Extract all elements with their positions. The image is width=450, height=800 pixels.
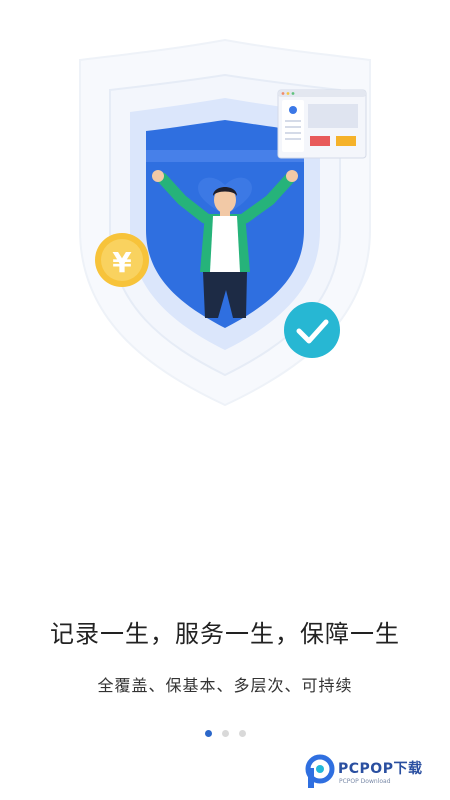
page-headline: 记录一生，服务一生，保障一生 — [50, 620, 400, 648]
pager-dot-1[interactable] — [204, 730, 212, 737]
page-subline: 全覆盖、保基本、多层次、可持续 — [97, 676, 353, 695]
watermark: PCPOP下载 PCPOP Download — [304, 750, 450, 792]
check-icon — [284, 302, 340, 358]
profile-card-graphic — [277, 89, 367, 159]
watermark-subtext: PCPOP Download — [339, 778, 391, 785]
hero-illustration: ¥ — [0, 0, 450, 420]
watermark-brand: PCPOP下载 — [338, 761, 423, 777]
coin-icon: ¥ — [95, 233, 149, 287]
pager-dot-2[interactable] — [221, 730, 229, 737]
pager-dot-3[interactable] — [238, 730, 246, 737]
pager-dots — [0, 730, 450, 737]
shield-illustration: ¥ — [79, 38, 371, 407]
pcpop-logo-icon — [305, 754, 335, 788]
svg-text:¥: ¥ — [112, 246, 132, 279]
